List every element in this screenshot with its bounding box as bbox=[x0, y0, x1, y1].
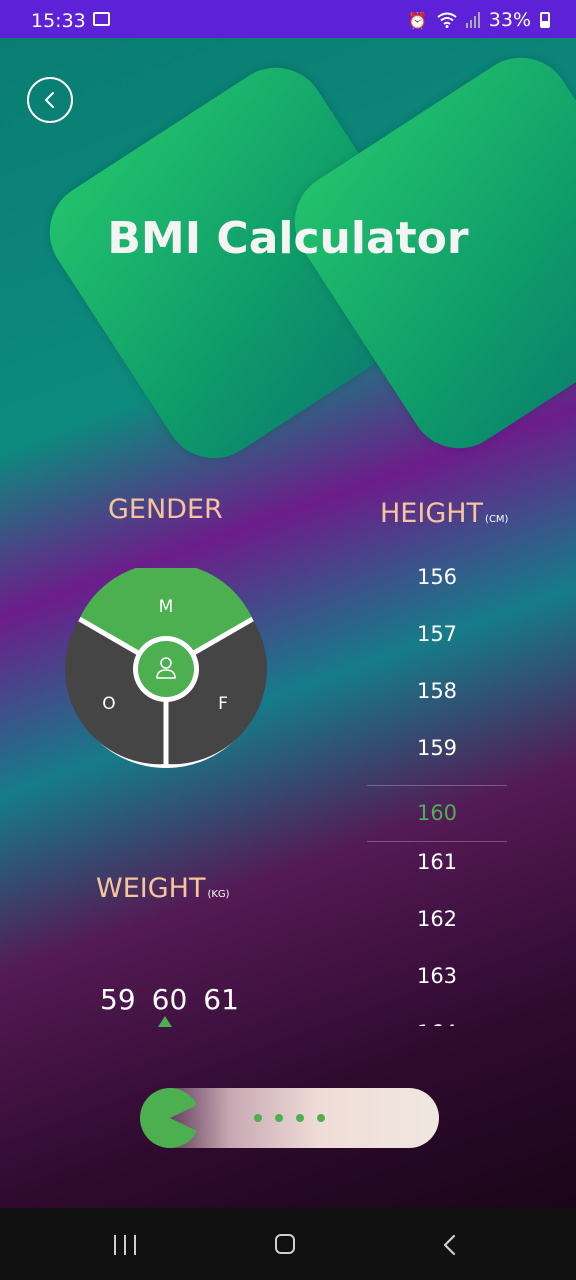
bmi-screen: BMI Calculator GENDER M F O HEIGHT (CM) 1… bbox=[0, 38, 576, 1208]
system-nav-bar bbox=[0, 1208, 576, 1280]
alarm-icon: ⏰ bbox=[407, 10, 428, 30]
gender-label-o: O bbox=[102, 694, 115, 714]
pacman-icon[interactable] bbox=[140, 1088, 200, 1148]
height-option[interactable]: 158 bbox=[367, 671, 507, 728]
wifi-icon bbox=[437, 12, 457, 28]
home-icon[interactable] bbox=[275, 1234, 295, 1254]
status-right-group: ⏰ 33% bbox=[408, 9, 550, 31]
nav-back-icon[interactable] bbox=[440, 1234, 460, 1256]
height-option[interactable]: 164 bbox=[367, 1013, 507, 1026]
weight-label-text: WEIGHT bbox=[96, 873, 206, 904]
gender-selector[interactable]: M F O bbox=[65, 568, 267, 770]
gender-label: GENDER bbox=[108, 494, 223, 525]
height-picker[interactable]: 156 157 158 159 160 161 162 163 164 bbox=[367, 548, 507, 1026]
height-option[interactable]: 163 bbox=[367, 956, 507, 1013]
height-label-text: HEIGHT bbox=[380, 498, 484, 529]
height-option[interactable]: 159 bbox=[367, 728, 507, 785]
height-label: HEIGHT (CM) bbox=[380, 498, 508, 529]
height-option-selected[interactable]: 160 bbox=[367, 785, 507, 842]
weight-pointer-icon bbox=[158, 1016, 172, 1027]
slider-dot bbox=[254, 1114, 262, 1122]
gender-label-m: M bbox=[159, 597, 174, 617]
slider-dot bbox=[317, 1114, 325, 1122]
status-time: 15:33 bbox=[31, 10, 86, 32]
height-option[interactable]: 156 bbox=[367, 557, 507, 614]
weight-option[interactable]: 59 bbox=[100, 983, 136, 1016]
height-option[interactable]: 162 bbox=[367, 899, 507, 956]
gallery-notification-icon bbox=[93, 12, 110, 26]
slider-dots bbox=[254, 1114, 325, 1122]
weight-label: WEIGHT (KG) bbox=[96, 873, 230, 904]
weight-unit: (KG) bbox=[207, 889, 230, 900]
gender-label-f: F bbox=[218, 694, 228, 714]
status-bar: 15:33 ⏰ 33% bbox=[0, 0, 576, 38]
slider-dot bbox=[275, 1114, 283, 1122]
weight-option[interactable]: 61 bbox=[203, 983, 239, 1016]
battery-icon bbox=[540, 12, 550, 28]
slider-dot bbox=[296, 1114, 304, 1122]
height-option[interactable]: 157 bbox=[367, 614, 507, 671]
height-option[interactable]: 161 bbox=[367, 842, 507, 899]
weight-picker[interactable]: 59 60 61 bbox=[100, 983, 239, 1016]
height-unit: (CM) bbox=[485, 514, 509, 525]
recents-icon[interactable] bbox=[114, 1235, 136, 1255]
battery-percent: 33% bbox=[488, 9, 531, 31]
weight-option-selected[interactable]: 60 bbox=[152, 983, 188, 1016]
calculate-slider[interactable] bbox=[140, 1088, 439, 1148]
chevron-left-icon bbox=[45, 92, 54, 108]
page-title: BMI Calculator bbox=[107, 213, 469, 264]
back-button[interactable] bbox=[27, 77, 73, 123]
signal-icon bbox=[465, 12, 480, 28]
